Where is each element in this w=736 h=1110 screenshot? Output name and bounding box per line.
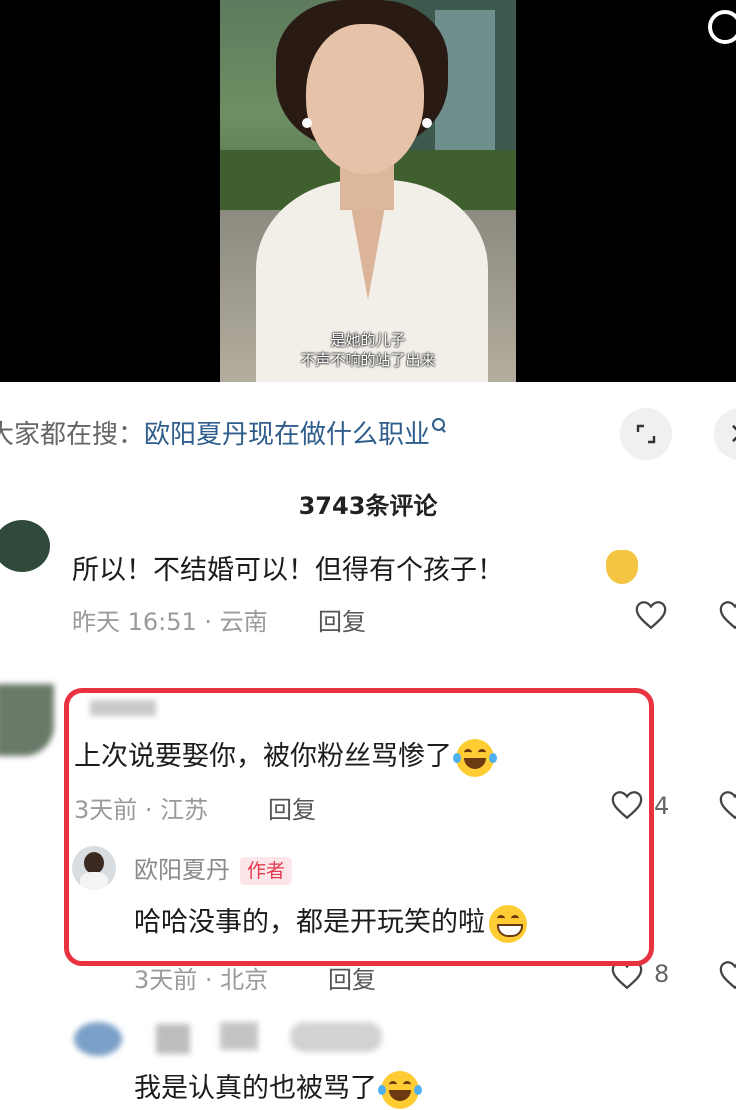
heart-icon[interactable] xyxy=(718,598,736,632)
video-subtitle-line2: 不声不响的站了出来 xyxy=(300,351,436,369)
highlight-annotation xyxy=(64,688,654,966)
earring-left xyxy=(302,118,312,128)
heart-icon[interactable] xyxy=(718,958,736,992)
earring-right xyxy=(422,118,432,128)
reply-button[interactable]: 回复 xyxy=(318,602,366,637)
avatar[interactable] xyxy=(74,1022,122,1056)
comment-text: 所以！不结婚可以！但得有个孩子！ xyxy=(72,555,504,586)
comment-text: 我是认真的也被骂了 xyxy=(134,1066,422,1109)
username-blurred[interactable] xyxy=(290,1022,382,1052)
username-blurred[interactable] xyxy=(156,1024,190,1054)
search-suggestion-bar[interactable]: 大家都在搜：欧阳夏丹现在做什么职业 xyxy=(0,410,446,460)
circle-icon[interactable] xyxy=(708,10,736,44)
comment-count-title: 3743条评论 xyxy=(298,492,438,520)
heart-icon[interactable] xyxy=(634,598,668,632)
search-icon xyxy=(432,418,446,434)
search-term-link[interactable]: 欧阳夏丹现在做什么职业 xyxy=(144,420,430,450)
laugh-cry-emoji-icon xyxy=(378,1070,422,1109)
heart-icon[interactable] xyxy=(718,788,736,822)
fist-emoji-icon xyxy=(606,550,638,584)
search-prefix: 大家都在搜： xyxy=(0,420,145,450)
username-blurred[interactable] xyxy=(220,1022,258,1050)
comment-meta: 昨天 16:51 · 云南 xyxy=(72,608,268,636)
video-frame[interactable]: 是她的儿子 不声不响的站了出来 xyxy=(220,0,516,382)
person-face xyxy=(306,24,424,174)
expand-button[interactable] xyxy=(620,408,672,460)
expand-icon xyxy=(636,424,656,444)
video-subtitle-line1: 是她的儿子 xyxy=(330,331,406,349)
avatar[interactable] xyxy=(0,684,54,756)
like-count: 8 xyxy=(654,960,670,988)
close-button[interactable]: × xyxy=(714,408,736,460)
like-count: 4 xyxy=(654,792,670,820)
close-icon: × xyxy=(728,408,736,460)
avatar[interactable] xyxy=(0,520,50,572)
